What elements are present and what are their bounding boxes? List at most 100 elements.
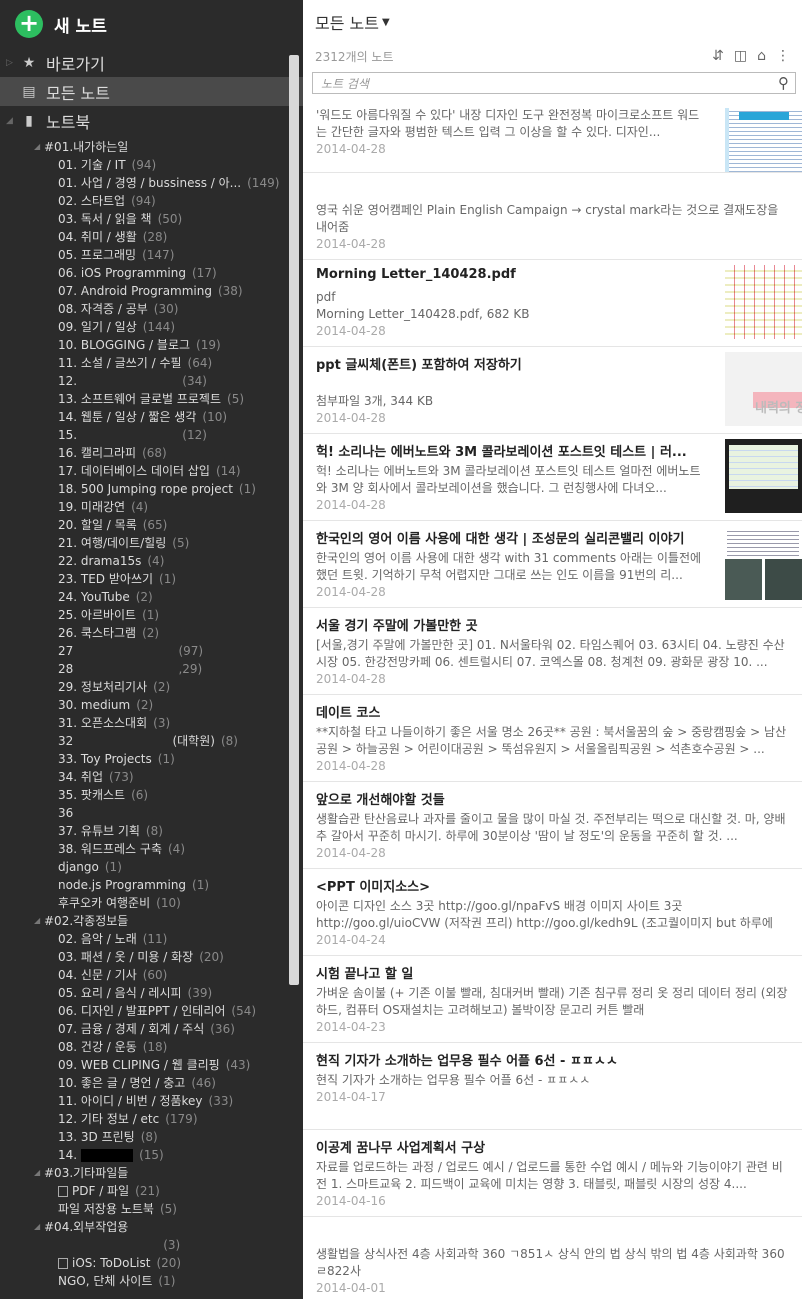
notebook-item[interactable]: 파일 저장용 노트북 (5): [0, 1200, 303, 1218]
notebook-item[interactable]: 09. WEB CLIPING / 웹 클리핑 (43): [0, 1056, 303, 1074]
notebook-item[interactable]: 01. 사업 / 경영 / bussiness / 아... (149): [0, 174, 303, 192]
notebook-item[interactable]: 31. 오픈소스대회 (3): [0, 714, 303, 732]
notebook-item[interactable]: 02. 스타트업 (94): [0, 192, 303, 210]
notebook-item[interactable]: 19. 미래강연 (4): [0, 498, 303, 516]
notebook-stack[interactable]: ◢ #04.외부작업용: [0, 1218, 303, 1236]
share-icon[interactable]: ⌂: [757, 48, 766, 64]
sort-icon[interactable]: ⇵: [712, 48, 724, 64]
chevron-down-icon[interactable]: ▼: [382, 17, 390, 28]
notebook-item[interactable]: 02. 음악 / 노래 (11): [0, 930, 303, 948]
note-card[interactable]: 시험 끝나고 할 일 가벼운 솜이불 (+ 기존 이불 빨래, 침대커버 빨래) …: [303, 956, 802, 1043]
note-snippet: 아이콘 디자인 소스 3곳 http://goo.gl/npaFvS 배경 이미…: [316, 899, 773, 930]
notebook-item[interactable]: 26. 쿡스타그램 (2): [0, 624, 303, 642]
note-card[interactable]: 영국 쉬운 영어캠페인 Plain English Campaign → cry…: [303, 173, 802, 260]
notebook-item[interactable]: 03. 독서 / 읽을 책 (50): [0, 210, 303, 228]
notebook-item[interactable]: 36: [0, 804, 303, 822]
notebook-item[interactable]: 10. 좋은 글 / 명언 / 충고 (46): [0, 1074, 303, 1092]
note-card[interactable]: 현직 기자가 소개하는 업무용 필수 어플 6선 - ㅍㅍㅅㅅ 현직 기자가 소개…: [303, 1043, 802, 1130]
notebook-item[interactable]: 14. 웹툰 / 일상 / 짧은 생각 (10): [0, 408, 303, 426]
notebook-item[interactable]: 22. drama15s (4): [0, 552, 303, 570]
notebook-item[interactable]: 08. 건강 / 운동 (18): [0, 1038, 303, 1056]
note-card[interactable]: '워드도 아름다워질 수 있다' 내장 디자인 도구 완전정복 마이크로소프트 …: [303, 103, 802, 173]
note-card[interactable]: 서울 경기 주말에 가볼만한 곳 [서울,경기 주말에 가볼만한 곳] 01. N…: [303, 608, 802, 695]
notebook-item[interactable]: 10. BLOGGING / 블로그 (19): [0, 336, 303, 354]
notebook-item[interactable]: 30. medium (2): [0, 696, 303, 714]
note-card[interactable]: 헉! 소리나는 에버노트와 3M 콜라보레이션 포스트잇 테스트 | 러... 헉…: [303, 434, 802, 521]
notebook-stack[interactable]: ◢ #01.내가하는일: [0, 138, 303, 156]
notebook-item[interactable]: iOS: ToDoList (20): [0, 1254, 303, 1272]
note-card[interactable]: <PPT 이미지소스> 아이콘 디자인 소스 3곳 http://goo.gl/n…: [303, 869, 802, 956]
notebook-item[interactable]: 06. iOS Programming (17): [0, 264, 303, 282]
collapse-triangle-icon[interactable]: ◢: [34, 912, 40, 930]
collapse-triangle-icon[interactable]: ◢: [34, 138, 40, 156]
notebook-item[interactable]: 29. 정보처리기사 (2): [0, 678, 303, 696]
notebook-item[interactable]: 04. 취미 / 생활 (28): [0, 228, 303, 246]
sidebar-item-shortcuts[interactable]: ▷ ★ 바로가기: [0, 48, 303, 77]
notebook-count: (8): [220, 734, 238, 748]
notebook-item[interactable]: django (1): [0, 858, 303, 876]
notebook-item[interactable]: 27 (97): [0, 642, 303, 660]
search-input[interactable]: 노트 검색 ⚲: [312, 72, 796, 94]
notebook-item[interactable]: 15. (12): [0, 426, 303, 444]
expand-triangle-icon[interactable]: ▷: [6, 58, 13, 68]
notebook-item[interactable]: 05. 요리 / 음식 / 레시피 (39): [0, 984, 303, 1002]
collapse-triangle-icon[interactable]: ◢: [34, 1164, 40, 1182]
sidebar-item-notebooks[interactable]: ◢ ▮ 노트북: [0, 106, 303, 135]
notebook-item[interactable]: 03. 패션 / 옷 / 미용 / 화장 (20): [0, 948, 303, 966]
notebook-item[interactable]: 25. 아르바이트 (1): [0, 606, 303, 624]
notebook-item[interactable]: 01. 기술 / IT (94): [0, 156, 303, 174]
notebook-item[interactable]: 28 ,29): [0, 660, 303, 678]
notebook-item[interactable]: PDF / 파일 (21): [0, 1182, 303, 1200]
notebook-item[interactable]: node.js Programming (1): [0, 876, 303, 894]
notebook-item[interactable]: 24. YouTube (2): [0, 588, 303, 606]
notebook-item[interactable]: 17. 데이터베이스 데이터 삽입 (14): [0, 462, 303, 480]
note-list-header[interactable]: 모든 노트 ▼: [303, 0, 802, 44]
notebook-item[interactable]: 37. 유튜브 기획 (8): [0, 822, 303, 840]
search-icon[interactable]: ⚲: [778, 74, 789, 92]
note-card[interactable]: ppt 글씨체(폰트) 포함하여 저장하기 첨부파일 3개, 344 KB 201…: [303, 347, 802, 434]
notebook-label: 24. YouTube: [58, 590, 130, 604]
notebook-item[interactable]: 05. 프로그래밍 (147): [0, 246, 303, 264]
notebook-item[interactable]: 07. 금융 / 경제 / 회계 / 주식 (36): [0, 1020, 303, 1038]
notebook-item[interactable]: 23. TED 받아쓰기 (1): [0, 570, 303, 588]
new-note-button[interactable]: + 새 노트: [0, 0, 303, 48]
collapse-triangle-icon[interactable]: ◢: [34, 1218, 40, 1236]
collapse-triangle-icon[interactable]: ◢: [6, 116, 13, 126]
notebook-item[interactable]: 33. Toy Projects (1): [0, 750, 303, 768]
notebook-stack[interactable]: ◢ #03.기타파일들: [0, 1164, 303, 1182]
notebook-item[interactable]: 14. (15): [0, 1146, 303, 1164]
notebook-item[interactable]: 18. 500 Jumping rope project (1): [0, 480, 303, 498]
note-card[interactable]: 이공계 꿈나무 사업계획서 구상 자료를 업로드하는 과정 / 업로드 예시 / …: [303, 1130, 802, 1217]
note-card[interactable]: 생활법을 상식사전 4층 사회과학 360 ㄱ851ㅅ 상식 안의 법 상식 밖…: [303, 1217, 802, 1299]
note-card[interactable]: Morning Letter_140428.pdf pdf Morning Let…: [303, 260, 802, 347]
notebook-item[interactable]: 06. 디자인 / 발표PPT / 인테리어 (54): [0, 1002, 303, 1020]
notebook-item[interactable]: 13. 소프트웨어 글로벌 프로젝트 (5): [0, 390, 303, 408]
notebook-stack[interactable]: ◢ #02.각종정보들: [0, 912, 303, 930]
notebook-item[interactable]: (3): [0, 1236, 303, 1254]
notebook-item[interactable]: 11. 소설 / 글쓰기 / 수필 (64): [0, 354, 303, 372]
notebook-item[interactable]: NGO, 단체 사이트 (1): [0, 1272, 303, 1290]
notebook-item[interactable]: 12. (34): [0, 372, 303, 390]
notebook-item[interactable]: 38. 워드프레스 구축 (4): [0, 840, 303, 858]
notebook-item[interactable]: 34. 취업 (73): [0, 768, 303, 786]
notebook-item[interactable]: 13. 3D 프린팅 (8): [0, 1128, 303, 1146]
notebook-item[interactable]: 35. 팟캐스트 (6): [0, 786, 303, 804]
notebook-item[interactable]: 20. 할일 / 목록 (65): [0, 516, 303, 534]
notebook-item[interactable]: 08. 자격증 / 공부 (30): [0, 300, 303, 318]
sidebar-scrollbar[interactable]: [289, 55, 299, 985]
note-card[interactable]: 한국인의 영어 이름 사용에 대한 생각 | 조성문의 실리콘밸리 이야기 한국인…: [303, 521, 802, 608]
notebook-item[interactable]: 후쿠오카 여행준비 (10): [0, 894, 303, 912]
view-toggle-icon[interactable]: ◫: [734, 48, 747, 64]
notebook-item[interactable]: 07. Android Programming (38): [0, 282, 303, 300]
sidebar-item-all-notes[interactable]: ▤ 모든 노트: [0, 77, 303, 106]
notebook-item[interactable]: 12. 기타 정보 / etc (179): [0, 1110, 303, 1128]
more-icon[interactable]: ⋮: [776, 48, 790, 64]
note-card[interactable]: 앞으로 개선해야할 것들 생활습관 탄산음료나 과자를 줄이고 물을 많이 마실 …: [303, 782, 802, 869]
notebook-item[interactable]: 09. 일기 / 일상 (144): [0, 318, 303, 336]
notebook-item[interactable]: 32 (대학원) (8): [0, 732, 303, 750]
note-card[interactable]: 데이트 코스 **지하철 타고 나들이하기 좋은 서울 명소 26곳** 공원 :…: [303, 695, 802, 782]
notebook-item[interactable]: 04. 신문 / 기사 (60): [0, 966, 303, 984]
notebook-item[interactable]: 21. 여행/데이트/힐링 (5): [0, 534, 303, 552]
notebook-item[interactable]: 11. 아이디 / 비번 / 정품key (33): [0, 1092, 303, 1110]
notebook-item[interactable]: 16. 캘리그라피 (68): [0, 444, 303, 462]
